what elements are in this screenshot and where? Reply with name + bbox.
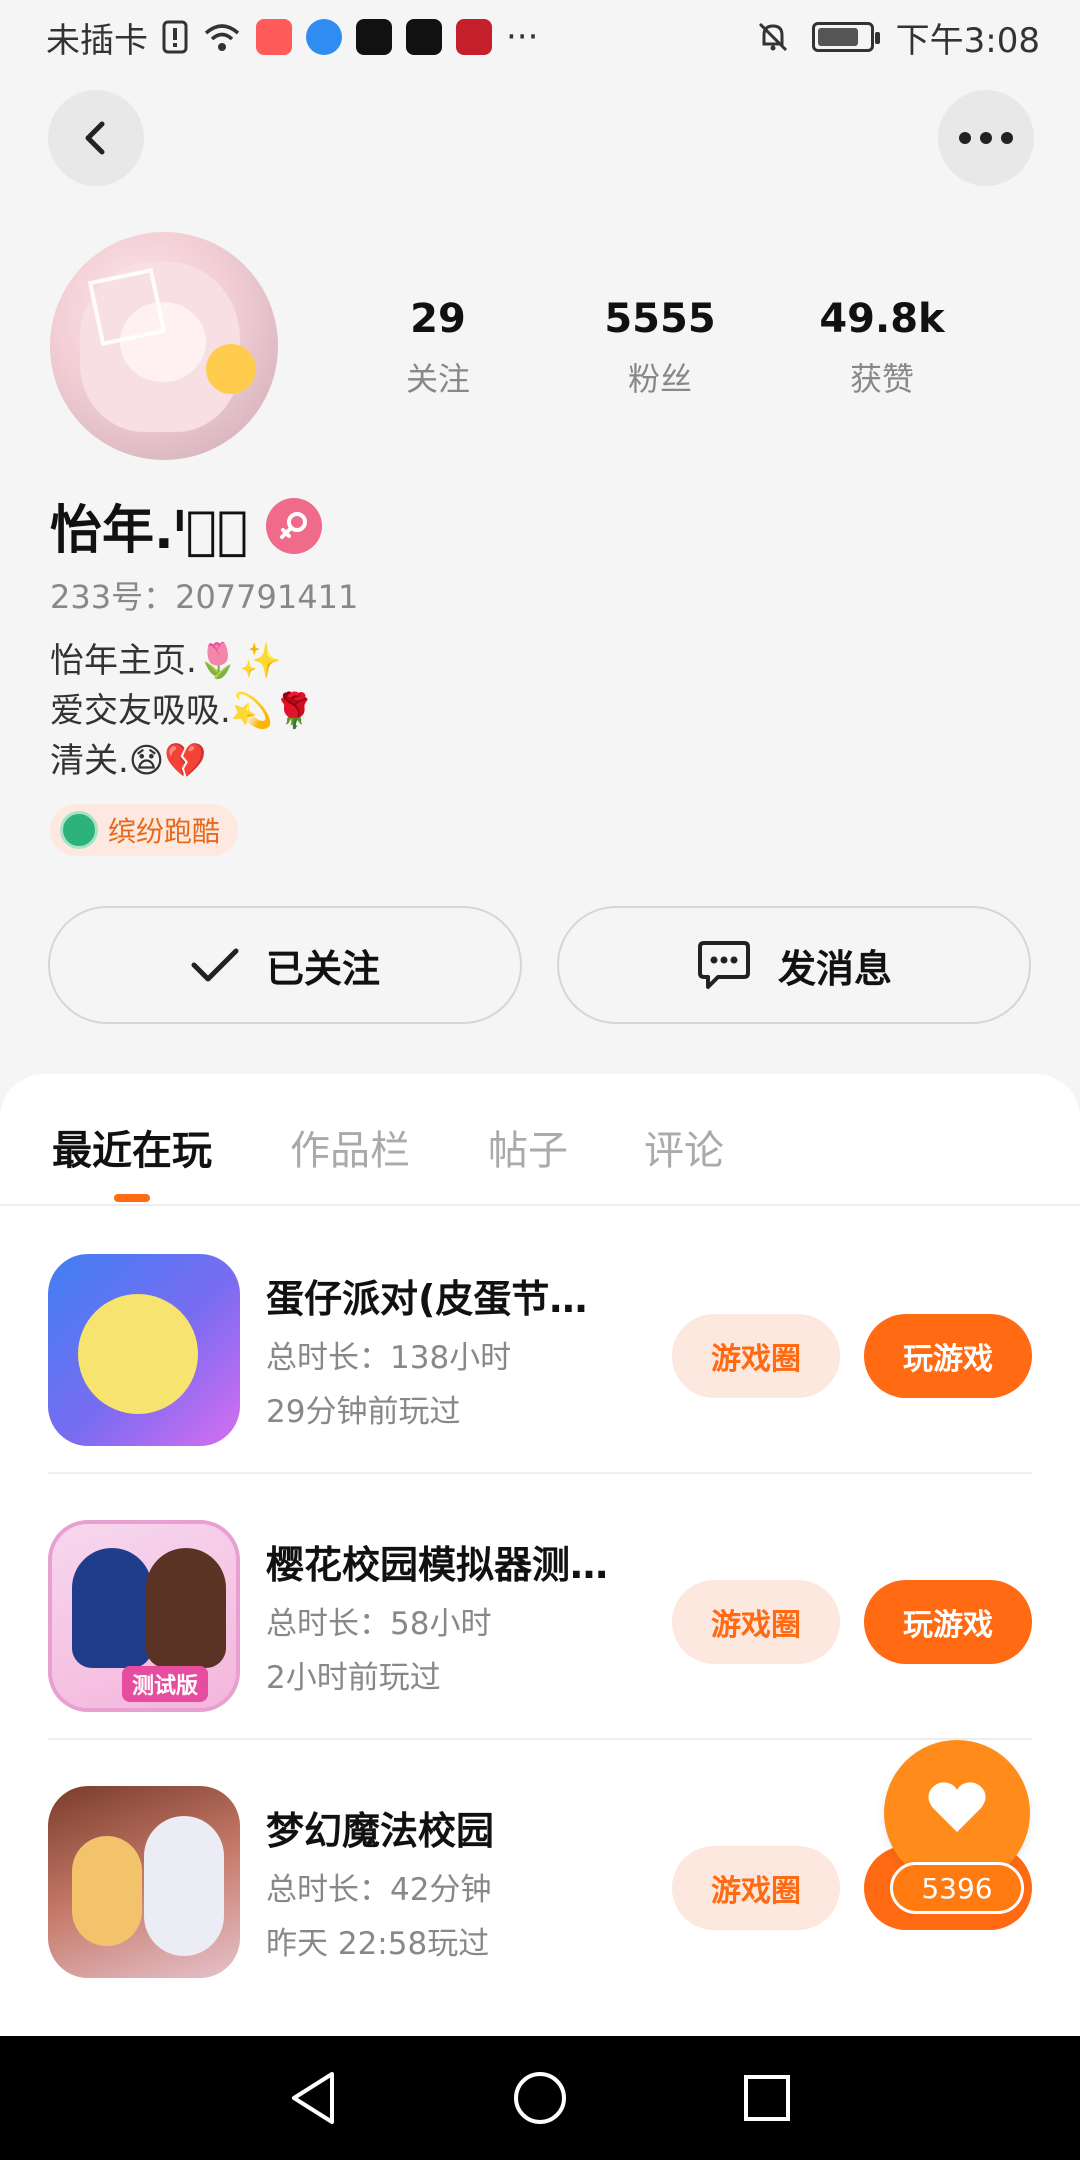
mute-bell-icon <box>758 22 787 52</box>
send-message-button[interactable]: 发消息 <box>557 906 1031 1024</box>
game-circle-button[interactable]: 游戏圈 <box>672 1314 840 1398</box>
square-recents-icon <box>743 2075 790 2121</box>
tab-comments[interactable]: 评论 <box>644 1118 724 1176</box>
bio: 怡年主页.🌷✨ 爱交友吸吸.💫🌹 清关.😧💔 <box>50 636 315 786</box>
heart-icon <box>928 1782 986 1832</box>
game-last-played: 昨天 22:58玩过 <box>266 1926 490 1962</box>
app-notify-icon <box>306 19 342 55</box>
app-notify-icon <box>456 19 492 55</box>
game-duration: 总时长：42分钟 <box>266 1872 492 1908</box>
check-icon <box>191 948 239 982</box>
game-duration: 总时长：58小时 <box>266 1606 492 1642</box>
fans-label: 粉丝 <box>627 360 692 398</box>
tiktok-icon <box>406 19 442 55</box>
battery-icon <box>811 22 880 52</box>
stat-likes[interactable]: 49.8k 获赞 <box>792 296 972 400</box>
more-options-button[interactable] <box>938 90 1034 186</box>
followed-label: 已关注 <box>265 946 380 991</box>
likes-label: 获赞 <box>849 360 914 398</box>
status-bar: 未插卡 ··· 下午3:08 <box>0 0 1080 74</box>
triangle-back-icon <box>292 2072 335 2124</box>
fans-count: 5555 <box>604 296 716 342</box>
tab-works[interactable]: 作品栏 <box>290 1118 410 1176</box>
user-id[interactable]: 233号：207791411 <box>50 572 358 618</box>
bio-line: 清关.😧💔 <box>50 741 207 781</box>
wifi-icon <box>204 24 240 51</box>
game-last-played: 29分钟前玩过 <box>266 1394 461 1430</box>
chat-bubble-icon <box>697 941 750 989</box>
game-row[interactable]: 梦幻魔法校园 总时长：42分钟 昨天 22:58玩过 游戏圈 <box>48 1740 1032 2006</box>
like-count: 5396 <box>890 1862 1024 1914</box>
back-arrow-icon <box>85 121 105 155</box>
app-notify-icon <box>256 19 292 55</box>
tab-posts[interactable]: 帖子 <box>488 1118 568 1176</box>
stat-fans[interactable]: 5555 粉丝 <box>570 296 750 400</box>
clock: 下午3:08 <box>895 20 1040 61</box>
game-icon <box>48 1786 240 1978</box>
game-title: 樱花校园模拟器测… <box>266 1543 609 1587</box>
play-game-button[interactable]: 玩游戏 <box>864 1314 1032 1398</box>
capcut-icon <box>356 19 392 55</box>
game-last-played: 2小时前玩过 <box>266 1660 441 1696</box>
game-circle-button[interactable]: 游戏圈 <box>672 1580 840 1664</box>
game-tag[interactable]: 缤纷跑酷 <box>50 804 239 856</box>
game-tag-label: 缤纷跑酷 <box>108 815 221 848</box>
tab-indicator <box>114 1194 150 1202</box>
system-nav-bar <box>0 2036 1080 2160</box>
avatar[interactable] <box>50 232 278 460</box>
test-version-badge: 测试版 <box>122 1666 209 1702</box>
game-row[interactable]: 测试版 樱花校园模拟器测… 总时长：58小时 2小时前玩过 游戏圈 玩游戏 <box>48 1474 1032 1740</box>
game-icon: 测试版 <box>48 1520 240 1712</box>
game-title: 梦幻魔法校园 <box>266 1809 495 1853</box>
play-game-button[interactable]: 玩游戏 <box>864 1580 1032 1664</box>
bio-line: 怡年主页.🌷✨ <box>50 641 282 681</box>
tab-bar: 最近在玩 作品栏 帖子 评论 <box>0 1074 1080 1206</box>
following-label: 关注 <box>405 360 470 398</box>
nickname-row: 怡年.ᑊ͛ᑋ <box>50 488 323 563</box>
bio-line: 爱交友吸吸.💫🌹 <box>50 691 316 731</box>
nickname: 怡年.ᑊ͛ᑋ <box>50 501 249 561</box>
nav-back-button[interactable] <box>278 2063 348 2133</box>
game-title: 蛋仔派对(皮蛋节… <box>266 1277 588 1321</box>
game-circle-button[interactable]: 游戏圈 <box>672 1846 840 1930</box>
stat-following[interactable]: 29 关注 <box>348 296 528 400</box>
likes-count: 49.8k <box>819 296 945 342</box>
more-notifications: ··· <box>506 17 539 57</box>
game-row[interactable]: 蛋仔派对(皮蛋节… 总时长：138小时 29分钟前玩过 游戏圈 玩游戏 <box>48 1208 1032 1474</box>
tab-recent-played[interactable]: 最近在玩 <box>52 1118 212 1176</box>
carrier-text: 未插卡 <box>46 20 148 61</box>
circle-home-icon <box>513 2072 566 2124</box>
more-dots-icon <box>959 132 1013 144</box>
game-icon <box>48 1254 240 1446</box>
back-button[interactable] <box>48 90 144 186</box>
game-duration: 总时长：138小时 <box>266 1340 512 1376</box>
send-message-label: 发消息 <box>777 946 892 991</box>
game-tag-icon <box>60 811 98 849</box>
female-gender-icon <box>266 497 323 554</box>
followed-button[interactable]: 已关注 <box>48 906 522 1024</box>
nav-recents-button[interactable] <box>732 2063 802 2133</box>
nav-home-button[interactable] <box>505 2063 575 2133</box>
following-count: 29 <box>410 296 466 342</box>
sim-alert-icon <box>162 20 188 54</box>
